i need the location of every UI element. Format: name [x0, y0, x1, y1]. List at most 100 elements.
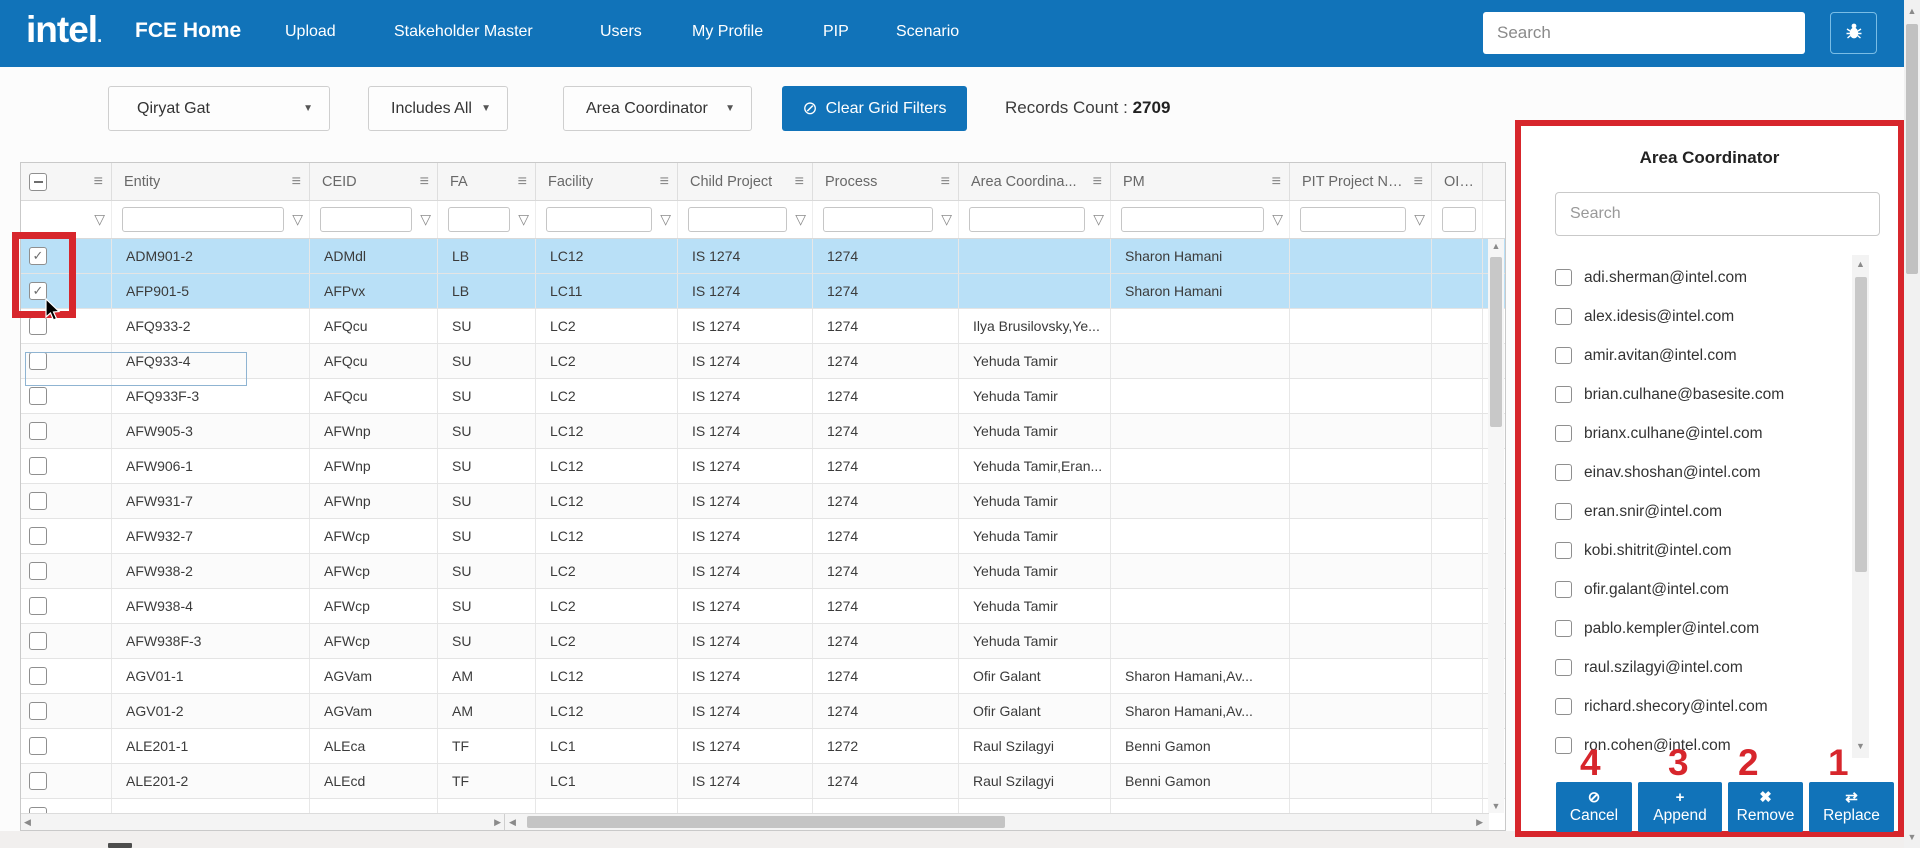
site-dropdown[interactable]: Qiryat Gat ▼: [108, 86, 330, 131]
email-list-item[interactable]: eran.snir@intel.com: [1555, 492, 1845, 531]
cell-facility[interactable]: LC12: [536, 484, 678, 518]
column-filter-input-entity[interactable]: [122, 207, 284, 232]
bug-report-button[interactable]: [1830, 12, 1877, 54]
email-label[interactable]: raul.szilagyi@intel.com: [1584, 659, 1743, 677]
cell-entity[interactable]: AFQ933-4: [112, 344, 310, 378]
cell-pm[interactable]: [1111, 799, 1290, 813]
cell-oif_batch[interactable]: [1432, 554, 1483, 588]
cell-ceid[interactable]: AFWcp: [310, 624, 438, 658]
email-checkbox[interactable]: [1555, 698, 1572, 715]
row-checkbox[interactable]: [29, 282, 47, 300]
replace-button[interactable]: ⇄Replace: [1809, 782, 1894, 832]
nav-item-pip[interactable]: PIP: [823, 23, 849, 41]
cell-ceid[interactable]: AFWnp: [310, 414, 438, 448]
email-label[interactable]: ron.cohen@intel.com: [1584, 737, 1731, 755]
scroll-down-icon[interactable]: ▼: [1488, 801, 1504, 811]
cell-fa[interactable]: SU: [438, 484, 536, 518]
column-filter-input-child_project[interactable]: [688, 207, 787, 232]
cell-fa[interactable]: SU: [438, 519, 536, 553]
column-filter-input-fa[interactable]: [448, 207, 510, 232]
select-all-checkbox[interactable]: [29, 173, 47, 191]
cell-facility[interactable]: LC12: [536, 659, 678, 693]
cell-facility[interactable]: LC12: [536, 519, 678, 553]
grid-vscroll-thumb[interactable]: [1490, 257, 1502, 427]
cell-area_coordinator[interactable]: Raul Szilagyi: [959, 729, 1111, 763]
cell-entity[interactable]: ALE201-1: [112, 729, 310, 763]
remove-button[interactable]: ✖Remove: [1728, 782, 1803, 832]
row-select-cell[interactable]: [21, 589, 112, 623]
cell-pm[interactable]: [1111, 414, 1290, 448]
cell-ceid[interactable]: AFWnp: [310, 449, 438, 483]
cell-oif_batch[interactable]: [1432, 309, 1483, 343]
coordinator-search-input[interactable]: [1555, 192, 1880, 236]
column-header-entity[interactable]: Entity≡: [112, 163, 310, 200]
app-title[interactable]: FCE Home: [135, 19, 241, 43]
email-label[interactable]: adi.sherman@intel.com: [1584, 269, 1747, 287]
cell-fa[interactable]: SU: [438, 414, 536, 448]
cell-process[interactable]: 1274: [813, 694, 959, 728]
filter-funnel-icon[interactable]: ▽: [284, 211, 303, 228]
filter-funnel-icon[interactable]: ▽: [1085, 211, 1104, 228]
nav-item-users[interactable]: Users: [600, 23, 642, 41]
cell-oif_batch[interactable]: [1432, 484, 1483, 518]
table-row[interactable]: AFW905-3AFWnpSULC12IS 12741274Yehuda Tam…: [21, 414, 1505, 449]
email-list-item[interactable]: einav.shoshan@intel.com: [1555, 453, 1845, 492]
cell-child_project[interactable]: IS 1274: [678, 239, 813, 273]
filter-funnel-icon[interactable]: ▽: [510, 211, 529, 228]
email-label[interactable]: richard.shecory@intel.com: [1584, 698, 1768, 716]
cell-process[interactable]: 1274: [813, 624, 959, 658]
cell-pit_project[interactable]: [1290, 799, 1432, 813]
filter-funnel-icon[interactable]: ▽: [933, 211, 952, 228]
table-row[interactable]: AFW932-7AFWcpSULC12IS 12741274Yehuda Tam…: [21, 519, 1505, 554]
cell-entity[interactable]: ADM901-2: [112, 239, 310, 273]
column-header-ceid[interactable]: CEID≡: [310, 163, 438, 200]
table-row[interactable]: AGV01-1AGVamAMLC12IS 12741274Ofir Galant…: [21, 659, 1505, 694]
filter-funnel-icon[interactable]: ▽: [652, 211, 671, 228]
match-mode-dropdown[interactable]: Includes All ▼: [368, 86, 508, 131]
cell-process[interactable]: 1274: [813, 449, 959, 483]
cell-entity[interactable]: AFW932-7: [112, 519, 310, 553]
email-checkbox[interactable]: [1555, 581, 1572, 598]
cell-process[interactable]: 1274: [813, 379, 959, 413]
column-header-area_coordinator[interactable]: Area Coordina...≡: [959, 163, 1111, 200]
cell-ceid[interactable]: AGVam: [310, 694, 438, 728]
cell-facility[interactable]: LC12: [536, 414, 678, 448]
column-filter-input-process[interactable]: [823, 207, 933, 232]
cell-process[interactable]: 1274: [813, 484, 959, 518]
column-filter-input-facility[interactable]: [546, 207, 652, 232]
cell-area_coordinator[interactable]: Yehuda Tamir: [959, 624, 1111, 658]
cell-process[interactable]: 1274: [813, 239, 959, 273]
row-checkbox[interactable]: [29, 667, 47, 685]
row-select-cell[interactable]: [21, 344, 112, 378]
row-checkbox[interactable]: [29, 422, 47, 440]
column-select-dropdown[interactable]: Area Coordinator ▼: [563, 86, 752, 131]
cell-oif_batch[interactable]: [1432, 519, 1483, 553]
cell-pm[interactable]: Benni Gamon: [1111, 764, 1290, 798]
cell-facility[interactable]: LC2: [536, 554, 678, 588]
row-select-cell[interactable]: [21, 379, 112, 413]
cell-process[interactable]: 1274: [813, 764, 959, 798]
email-checkbox[interactable]: [1555, 503, 1572, 520]
cell-ceid[interactable]: ALEcd: [310, 764, 438, 798]
email-label[interactable]: einav.shoshan@intel.com: [1584, 464, 1761, 482]
cell-pm[interactable]: [1111, 309, 1290, 343]
cell-facility[interactable]: LC2: [536, 309, 678, 343]
row-select-cell[interactable]: [21, 799, 112, 813]
cell-entity[interactable]: AFW938-2: [112, 554, 310, 588]
cell-pit_project[interactable]: [1290, 379, 1432, 413]
row-select-cell[interactable]: [21, 484, 112, 518]
cell-facility[interactable]: LC2: [536, 379, 678, 413]
page-scroll-thumb[interactable]: [1906, 24, 1918, 274]
cell-child_project[interactable]: IS 1274: [678, 344, 813, 378]
cell-oif_batch[interactable]: [1432, 239, 1483, 273]
cell-pit_project[interactable]: [1290, 344, 1432, 378]
scroll-down-icon[interactable]: ▼: [1904, 832, 1920, 842]
cell-entity[interactable]: AFW906-1: [112, 449, 310, 483]
nav-item-my-profile[interactable]: My Profile: [692, 23, 763, 41]
cell-ceid[interactable]: AFWcp: [310, 589, 438, 623]
filter-funnel-icon[interactable]: ▽: [86, 211, 105, 228]
cell-area_coordinator[interactable]: Raul Szilagyi: [959, 764, 1111, 798]
row-select-cell[interactable]: [21, 519, 112, 553]
cell-pm[interactable]: [1111, 379, 1290, 413]
column-filter-input-ceid[interactable]: [320, 207, 412, 232]
